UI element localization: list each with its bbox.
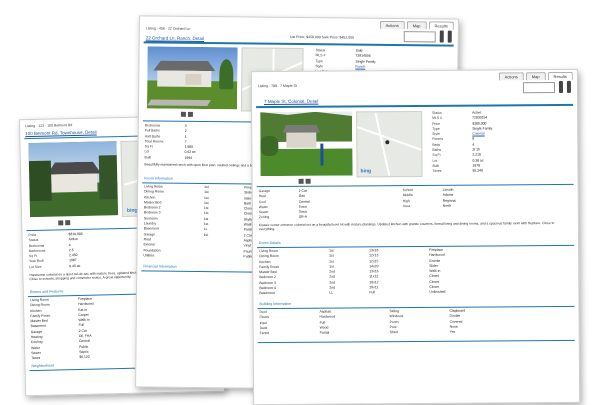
listing-title-link[interactable]: 7 Maple St, Colonial, Detail xyxy=(264,99,318,104)
tab-map[interactable]: Map xyxy=(525,72,546,81)
listing-photo[interactable] xyxy=(28,141,119,218)
section-heading: Room Information xyxy=(144,176,173,181)
photo-nav[interactable] xyxy=(180,111,193,117)
property-details: Garage 2 Car Heat Gas Cool Central Water Tow… xyxy=(258,188,310,220)
search-input[interactable] xyxy=(403,30,436,42)
toggle-switch[interactable] xyxy=(558,80,563,93)
tab-results[interactable]: Results xyxy=(428,21,454,30)
tab-actions[interactable]: Actions xyxy=(379,20,405,30)
view-tabs: Actions Map Results xyxy=(379,20,454,30)
price-line: List Price: $459,000 Sale Price: $452,00… xyxy=(289,34,355,40)
rooms-table: Living Room Dining Room Kitchen Family Room… xyxy=(259,247,446,296)
prev-photo-icon[interactable] xyxy=(58,220,64,226)
toolbar xyxy=(522,80,571,93)
divider xyxy=(143,41,454,47)
map-thumbnail[interactable]: bing xyxy=(356,110,423,178)
listing-title-link[interactable]: 22 Orchard Ln, Ranch, Detail xyxy=(146,35,204,41)
toggle-switch[interactable] xyxy=(447,30,452,43)
listing-summary: Status Active MLS #72830154 Price $389,000… xyxy=(432,110,493,174)
next-photo-icon[interactable] xyxy=(305,178,311,184)
photo-nav[interactable] xyxy=(298,178,311,184)
bing-logo-icon: bing xyxy=(360,168,372,175)
toolbar xyxy=(403,30,452,43)
section-heading: Financial Information xyxy=(143,264,177,269)
rooms-table: Living Room Dining Room Kitchen Family Room… xyxy=(29,296,94,361)
section-heading: Rooms and Features xyxy=(29,289,64,295)
section-heading: Neighborhood xyxy=(31,363,55,369)
listing-photo[interactable] xyxy=(260,111,353,177)
listing-photo[interactable] xyxy=(146,46,238,110)
school-details: School Lincoln Middle Adams High Regional A… xyxy=(402,187,457,208)
divider xyxy=(257,339,575,344)
toggle-switch[interactable] xyxy=(566,80,571,93)
building-table: Roof Floors Insul Deck Fence Asphalt Hardwood… xyxy=(259,308,466,336)
search-input[interactable] xyxy=(522,81,555,93)
breadcrumb: Listing · 789 · 7 Maple St xyxy=(257,83,297,89)
section-heading: Building Information xyxy=(259,301,292,307)
property-details: Bedrooms 3 Full Baths 2 Half Baths 1 Total … xyxy=(144,123,196,160)
listing-sheet-3: Actions Map Results Listing · 789 · 7 Ma… xyxy=(250,68,581,405)
tab-actions[interactable]: Actions xyxy=(498,72,524,81)
prev-photo-icon[interactable] xyxy=(180,111,186,117)
listing-title-link[interactable]: 100 Belmont Rd, Townhouse, Detail xyxy=(25,130,97,137)
toggle-switch[interactable] xyxy=(439,30,444,43)
tab-map[interactable]: Map xyxy=(406,21,427,30)
divider xyxy=(256,103,574,109)
listing-remarks: Classic center entrance colonial set on … xyxy=(258,221,555,232)
next-photo-icon[interactable] xyxy=(187,111,193,117)
divider xyxy=(256,183,574,188)
breadcrumb: Listing · 123 · 100 Belmont Rd xyxy=(24,123,73,129)
view-tabs: Actions Map Results xyxy=(498,71,573,81)
prev-photo-icon[interactable] xyxy=(298,178,304,184)
photo-nav[interactable] xyxy=(58,220,71,226)
listing-summary: Price $319,900 Status Active Bedrooms 4 Bat… xyxy=(28,231,83,269)
tab-results[interactable]: Results xyxy=(547,71,573,81)
breadcrumb: Listing · 456 · 22 Orchard Ln xyxy=(145,26,191,31)
map-pin-icon xyxy=(385,140,390,145)
section-heading: Room Details xyxy=(259,240,281,246)
next-photo-icon[interactable] xyxy=(65,220,71,226)
